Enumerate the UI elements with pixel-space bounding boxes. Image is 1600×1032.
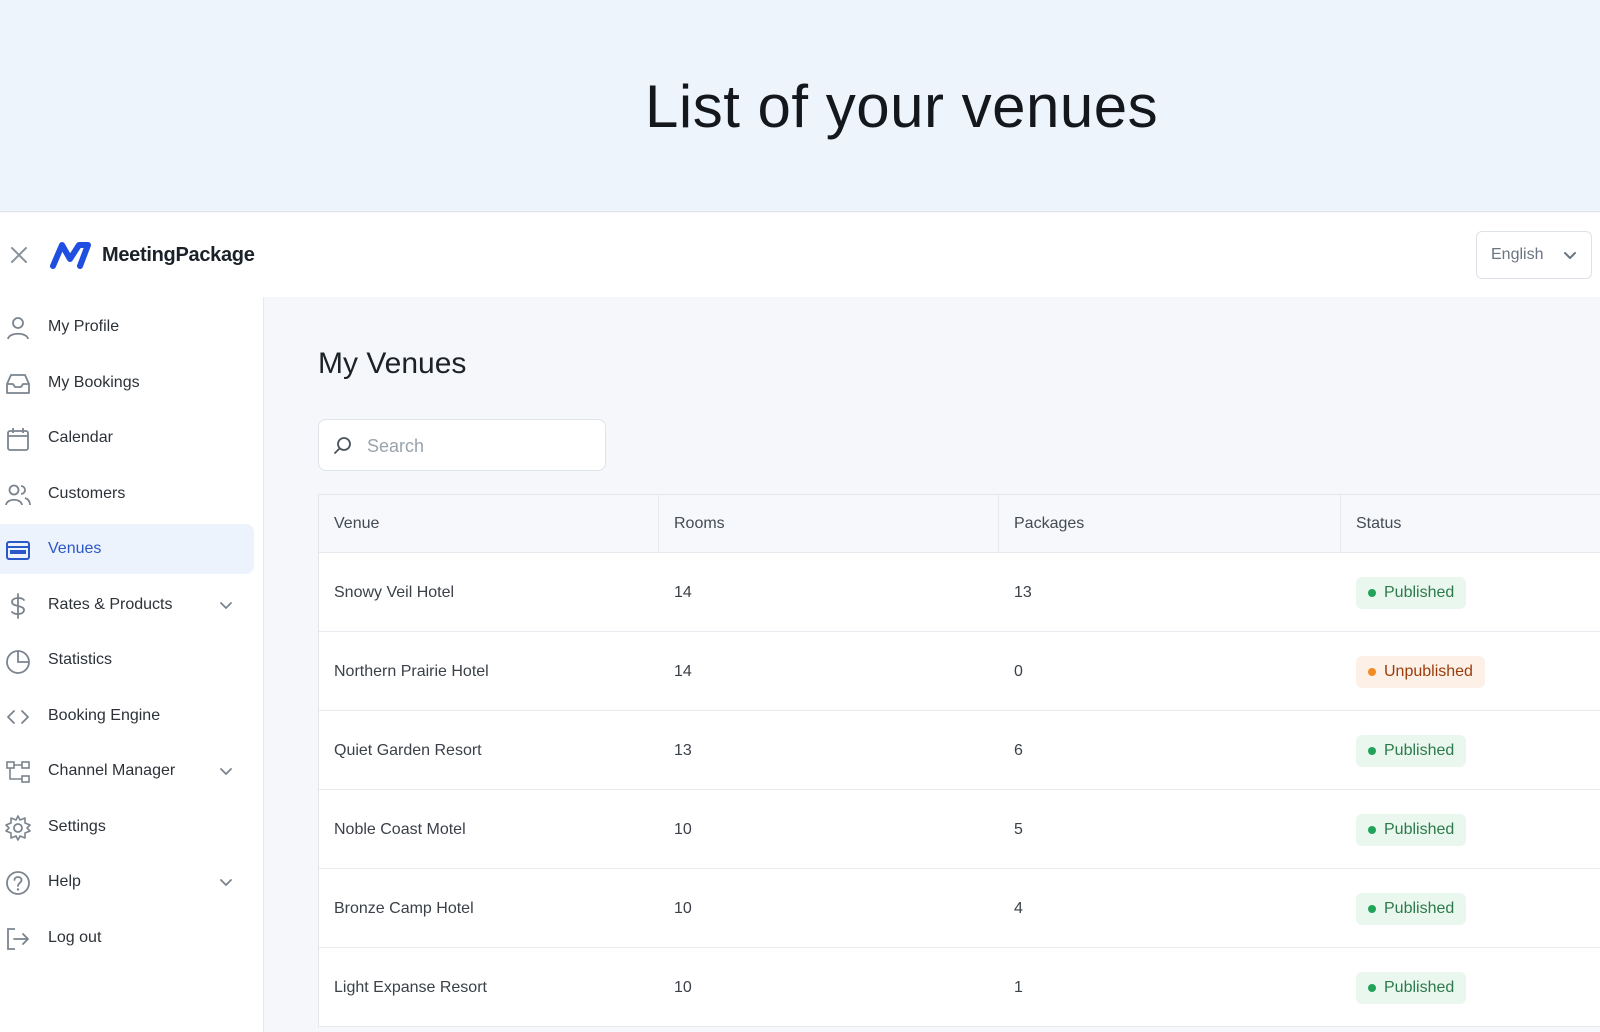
sidebar-item-label: My Profile (48, 318, 120, 335)
packages-count: 0 (1014, 663, 1023, 680)
hero-title: List of your venues (645, 73, 1159, 140)
packages-count: 1 (1014, 979, 1023, 996)
venue-name[interactable]: Quiet Garden Resort (319, 711, 482, 790)
brand-name: MeetingPackage (102, 243, 255, 266)
sidebar-item-venues[interactable]: Venues (0, 524, 254, 574)
status-badge: Unpublished (1356, 656, 1485, 688)
logo-mark-icon (50, 242, 91, 269)
venues-table: Venue Rooms Packages Status Snowy Veil H… (318, 494, 1600, 1027)
status-badge: Published (1356, 735, 1467, 767)
chevron-down-icon[interactable] (218, 597, 234, 613)
language-selected: English (1491, 246, 1544, 263)
table-header: Venue Rooms Packages Status (319, 495, 1600, 553)
packages-count: 5 (1014, 821, 1023, 838)
brand-logo[interactable]: MeetingPackage (50, 240, 255, 270)
sidebar-item-label: Statistics (48, 651, 113, 668)
table-row[interactable]: Quiet Garden Resort 13 6 Published (319, 711, 1600, 790)
sidebar-item-label: Venues (48, 540, 102, 557)
column-header-rooms[interactable]: Rooms (659, 495, 999, 553)
sidebar-item-label: Channel Manager (48, 762, 176, 779)
packages-count: 6 (1014, 742, 1023, 759)
sidebar-item-rates-products[interactable]: Rates & Products (0, 580, 254, 630)
sidebar-item-channel-manager[interactable]: Channel Manager (0, 746, 254, 796)
sidebar-item-help[interactable]: Help (0, 857, 254, 907)
search-box[interactable] (318, 419, 606, 471)
status-badge: Published (1356, 577, 1467, 609)
sidebar-item-label: Help (48, 873, 81, 890)
inbox-icon (6, 374, 30, 394)
rooms-count: 10 (674, 821, 692, 838)
rooms-count: 13 (674, 742, 692, 759)
venue-name[interactable]: Snowy Veil Hotel (319, 553, 454, 632)
sidebar-item-calendar[interactable]: Calendar (0, 413, 254, 463)
rooms-count: 10 (674, 979, 692, 996)
sidebar-item-label: Customers (48, 485, 126, 502)
sidebar-item-label: Settings (48, 818, 106, 835)
sidebar-item-booking-engine[interactable]: Booking Engine (0, 691, 254, 741)
sidebar-item-label: My Bookings (48, 374, 140, 391)
code-icon (7, 710, 29, 724)
main-content: My Venues Venue Rooms Packages Status Sn… (265, 297, 1600, 1032)
chevron-down-icon[interactable] (218, 763, 234, 779)
table-row[interactable]: Noble Coast Motel 10 5 Published (319, 790, 1600, 869)
sidebar-item-label: Rates & Products (48, 596, 173, 613)
sidebar-item-my-profile[interactable]: My Profile (0, 302, 254, 352)
calendar-icon (7, 428, 29, 451)
rooms-count: 14 (674, 584, 692, 601)
sidebar-item-customers[interactable]: Customers (0, 469, 254, 519)
column-header-status[interactable]: Status (1341, 495, 1600, 553)
venue-name[interactable]: Light Expanse Resort (319, 948, 487, 1027)
status-badge: Published (1356, 972, 1467, 1004)
status-cell: Published (1341, 948, 1600, 1027)
network-icon (6, 761, 30, 783)
table-row[interactable]: Bronze Camp Hotel 10 4 Published (319, 869, 1600, 948)
search-icon (334, 437, 351, 454)
language-select[interactable]: English (1476, 231, 1592, 279)
rooms-count: 10 (674, 900, 692, 917)
sidebar-item-label: Calendar (48, 429, 113, 446)
storefront-icon (6, 541, 30, 560)
status-badge: Published (1356, 893, 1467, 925)
top-bar: MeetingPackage English (0, 213, 1600, 297)
status-cell: Unpublished (1341, 632, 1600, 711)
close-icon[interactable] (6, 242, 32, 268)
table-row[interactable]: Snowy Veil Hotel 14 13 Published (319, 553, 1600, 632)
sidebar-item-my-bookings[interactable]: My Bookings (0, 358, 254, 408)
status-badge: Published (1356, 814, 1467, 846)
packages-count: 13 (1014, 584, 1032, 601)
hero-banner: List of your venues (0, 0, 1600, 212)
dollar-icon (11, 593, 25, 619)
page-title: My Venues (318, 347, 467, 380)
rooms-count: 14 (674, 663, 692, 680)
sidebar-item-settings[interactable]: Settings (0, 802, 254, 852)
status-cell: Published (1341, 869, 1600, 948)
packages-count: 4 (1014, 900, 1023, 917)
status-cell: Published (1341, 553, 1600, 632)
chevron-down-icon[interactable] (218, 874, 234, 890)
user-icon (7, 317, 29, 340)
help-circle-icon (6, 871, 30, 895)
sidebar-item-log-out[interactable]: Log out (0, 913, 254, 963)
sidebar: My Profile My Bookings Calendar Customer… (0, 297, 264, 1032)
search-input[interactable] (367, 432, 597, 460)
users-icon (5, 484, 31, 506)
column-header-packages[interactable]: Packages (999, 495, 1341, 553)
logout-icon (7, 928, 29, 950)
venue-name[interactable]: Bronze Camp Hotel (319, 869, 474, 948)
venue-name[interactable]: Northern Prairie Hotel (319, 632, 489, 711)
column-header-venue[interactable]: Venue (319, 495, 659, 553)
venue-name[interactable]: Noble Coast Motel (319, 790, 466, 869)
status-cell: Published (1341, 711, 1600, 790)
sidebar-item-label: Booking Engine (48, 707, 161, 724)
gear-icon (5, 815, 31, 841)
status-cell: Published (1341, 790, 1600, 869)
table-row[interactable]: Light Expanse Resort 10 1 Published (319, 948, 1600, 1027)
sidebar-item-label: Log out (48, 929, 102, 946)
table-row[interactable]: Northern Prairie Hotel 14 0 Unpublished (319, 632, 1600, 711)
sidebar-item-statistics[interactable]: Statistics (0, 635, 254, 685)
pie-chart-icon (6, 650, 30, 674)
chevron-down-icon (1564, 252, 1576, 259)
